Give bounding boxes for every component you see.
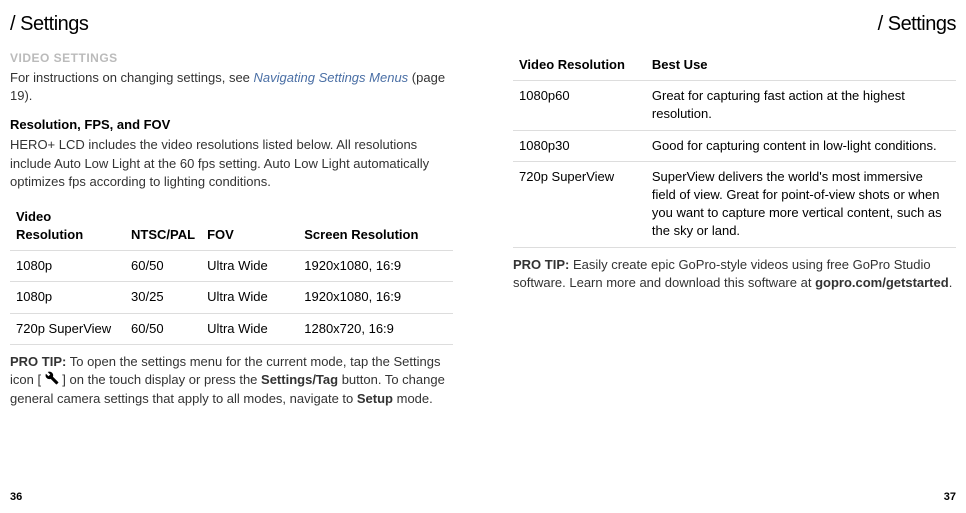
th-best-use: Best Use: [646, 50, 956, 81]
cell: 1280x720, 16:9: [298, 313, 453, 344]
protip-bold-url: gopro.com/getstarted: [815, 275, 949, 290]
protip-bold-settings-tag: Settings/Tag: [261, 372, 338, 387]
wrench-icon: [45, 371, 59, 390]
subhead-resolution: Resolution, FPS, and FOV: [10, 116, 453, 134]
page-number-right: 37: [944, 490, 956, 505]
table-row: 1080p30 Good for capturing content in lo…: [513, 130, 956, 161]
cell: Ultra Wide: [201, 313, 298, 344]
th-screen-resolution: Screen Resolution: [298, 202, 453, 251]
table-row: 1080p 60/50 Ultra Wide 1920x1080, 16:9: [10, 251, 453, 282]
cell: 1080p: [10, 282, 125, 313]
protip-left: PRO TIP: To open the settings menu for t…: [10, 353, 453, 409]
table-best-use: Video Resolution Best Use 1080p60 Great …: [513, 50, 956, 248]
cell: 1080p60: [513, 81, 646, 130]
page-header-right: / Settings: [513, 10, 956, 38]
page-left: / Settings VIDEO SETTINGS For instructio…: [0, 0, 483, 513]
intro-pre: For instructions on changing settings, s…: [10, 70, 254, 85]
cell: 1080p30: [513, 130, 646, 161]
cell: Good for capturing content in low-light …: [646, 130, 956, 161]
cell: Ultra Wide: [201, 251, 298, 282]
cell: 720p SuperView: [513, 161, 646, 247]
protip-text: .: [949, 275, 953, 290]
section-label-video-settings: VIDEO SETTINGS: [10, 50, 453, 67]
cell: 1920x1080, 16:9: [298, 282, 453, 313]
cell: Ultra Wide: [201, 282, 298, 313]
th-video-resolution: Video Resolution: [513, 50, 646, 81]
table-header-row: Video Resolution NTSC/PAL FOV Screen Res…: [10, 202, 453, 251]
body-resolution: HERO+ LCD includes the video resolutions…: [10, 136, 453, 191]
protip-bold-setup: Setup: [357, 391, 393, 406]
intro-paragraph: For instructions on changing settings, s…: [10, 69, 453, 105]
link-navigating-settings: Navigating Settings Menus: [254, 70, 409, 85]
cell: 30/25: [125, 282, 201, 313]
cell: SuperView delivers the world's most imme…: [646, 161, 956, 247]
cell: 60/50: [125, 251, 201, 282]
protip-text: ] on the touch display or press the: [59, 372, 261, 387]
table-row: 1080p 30/25 Ultra Wide 1920x1080, 16:9: [10, 282, 453, 313]
table-row: 1080p60 Great for capturing fast action …: [513, 81, 956, 130]
protip-right: PRO TIP: Easily create epic GoPro-style …: [513, 256, 956, 292]
th-video-resolution: Video Resolution: [10, 202, 125, 251]
th-ntsc-pal: NTSC/PAL: [125, 202, 201, 251]
cell: Great for capturing fast action at the h…: [646, 81, 956, 130]
page-spread: / Settings VIDEO SETTINGS For instructio…: [0, 0, 966, 513]
table-header-row: Video Resolution Best Use: [513, 50, 956, 81]
protip-label: PRO TIP:: [10, 354, 66, 369]
cell: 1920x1080, 16:9: [298, 251, 453, 282]
page-right: / Settings Video Resolution Best Use 108…: [483, 0, 966, 513]
cell: 60/50: [125, 313, 201, 344]
table-row: 720p SuperView SuperView delivers the wo…: [513, 161, 956, 247]
page-header-left: / Settings: [10, 10, 453, 38]
cell: 1080p: [10, 251, 125, 282]
cell: 720p SuperView: [10, 313, 125, 344]
protip-text: mode.: [393, 391, 433, 406]
page-number-left: 36: [10, 490, 22, 505]
table-video-resolution: Video Resolution NTSC/PAL FOV Screen Res…: [10, 202, 453, 345]
th-fov: FOV: [201, 202, 298, 251]
table-row: 720p SuperView 60/50 Ultra Wide 1280x720…: [10, 313, 453, 344]
protip-label: PRO TIP:: [513, 257, 569, 272]
